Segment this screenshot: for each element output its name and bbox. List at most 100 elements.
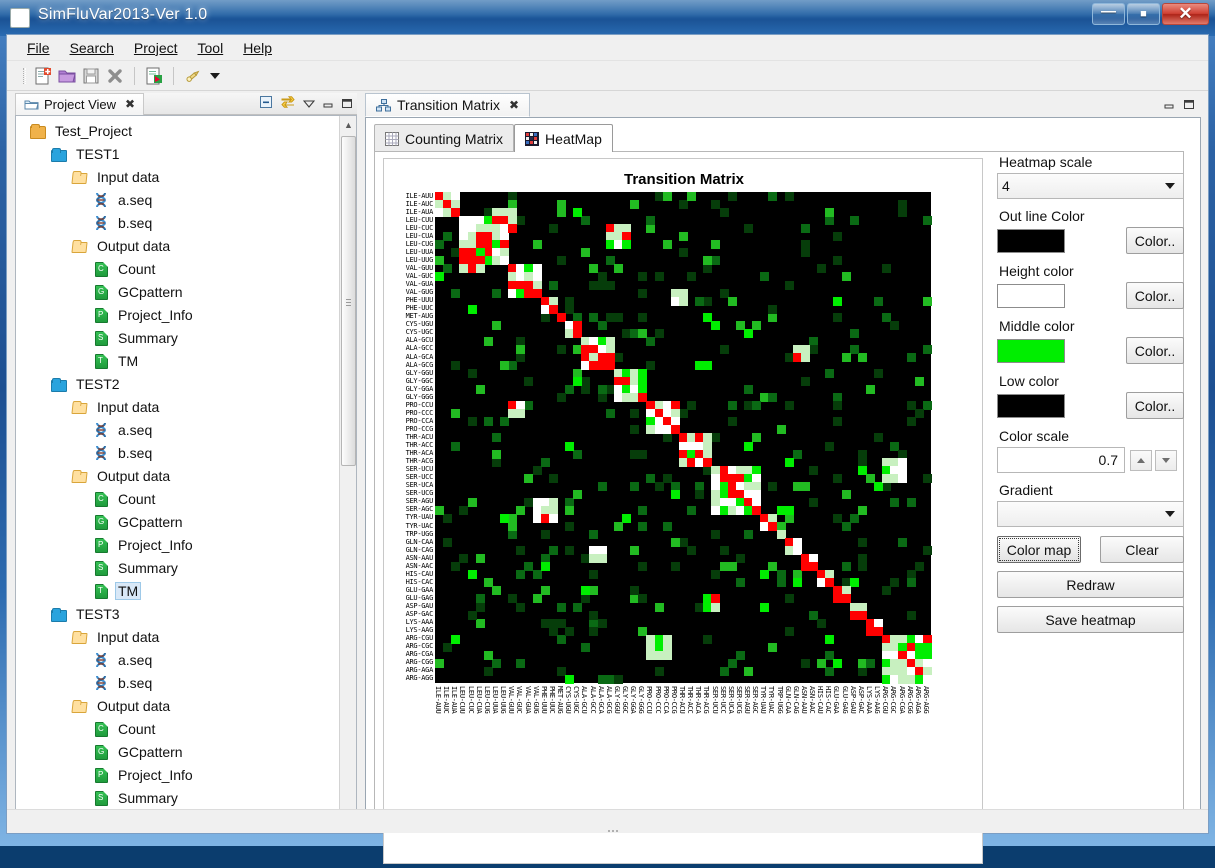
tree-scrollbar-thumb[interactable] [341, 136, 356, 466]
tree-item-input-data[interactable]: Input data [16, 165, 338, 188]
heatmap-cell [443, 232, 453, 242]
tree-item-tm[interactable]: TM [16, 579, 338, 602]
save-icon[interactable] [80, 65, 102, 87]
run-icon[interactable] [182, 65, 204, 87]
tree-item-input-data[interactable]: Input data [16, 625, 338, 648]
menu-search[interactable]: Search [60, 37, 124, 59]
tree-item-a-seq[interactable]: a.seq [16, 648, 338, 671]
outline-color-button[interactable]: Color.. [1126, 227, 1184, 254]
minimize-icon[interactable] [1163, 97, 1175, 115]
doc-g-icon [93, 744, 111, 760]
maximize-icon[interactable] [1183, 97, 1195, 115]
tree-item-label: b.seq [118, 444, 153, 461]
heatmap-cell [678, 232, 688, 242]
menu-help[interactable]: Help [233, 37, 282, 59]
menu-tool[interactable]: Tool [188, 37, 234, 59]
redraw-button[interactable]: Redraw [997, 571, 1184, 598]
heatmap-cell [678, 296, 688, 306]
tree-item-test2[interactable]: TEST2 [16, 372, 338, 395]
export-icon[interactable] [143, 65, 165, 87]
open-folder-icon[interactable] [56, 65, 78, 87]
gradient-select[interactable] [997, 501, 1184, 527]
tree-item-a-seq[interactable]: a.seq [16, 418, 338, 441]
heatmap-cell [670, 489, 680, 499]
tree-item-a-seq[interactable]: a.seq [16, 188, 338, 211]
delete-icon[interactable] [104, 65, 126, 87]
menu-file[interactable]: File [17, 37, 60, 59]
tree-item-input-data[interactable]: Input data [16, 395, 338, 418]
gradient-label: Gradient [999, 482, 1053, 498]
outline-color-swatch[interactable] [997, 228, 1065, 253]
tree-item-gcpattern[interactable]: GCpattern [16, 280, 338, 303]
tree-item-summary[interactable]: Summary [16, 326, 338, 349]
tree-item-gcpattern[interactable]: GCpattern [16, 510, 338, 533]
tree-item-b-seq[interactable]: b.seq [16, 671, 338, 694]
height-color-button[interactable]: Color.. [1126, 282, 1184, 309]
project-tree[interactable]: Test_Project TEST1 Input data a.seq b.seq Out… [15, 115, 357, 827]
maximize-icon[interactable] [341, 96, 353, 114]
color-scale-decrease-button[interactable] [1155, 449, 1177, 471]
new-file-icon[interactable] [32, 65, 54, 87]
tree-item-test-project[interactable]: Test_Project [16, 119, 338, 142]
close-icon[interactable]: ✖ [125, 97, 135, 111]
chevron-down-icon[interactable] [210, 72, 220, 79]
tree-item-output-data[interactable]: Output data [16, 234, 338, 257]
clear-button[interactable]: Clear [1100, 536, 1184, 563]
heatmap-x-label: SER-UCA [726, 686, 735, 714]
heatmap-cell [703, 256, 713, 266]
tree-item-output-data[interactable]: Output data [16, 694, 338, 717]
heatmap-cell [508, 530, 518, 540]
heatmap-cell [597, 674, 607, 684]
color-scale-input[interactable]: 0.7 [997, 447, 1125, 473]
heatmap-canvas[interactable] [435, 192, 932, 684]
tree-scrollbar[interactable]: ▲ ▼ [339, 116, 356, 826]
minimize-icon[interactable] [322, 96, 334, 114]
tree-item-test3[interactable]: TEST3 [16, 602, 338, 625]
tree-item-project-info[interactable]: Project_Info [16, 303, 338, 326]
project-view-tab[interactable]: Project View ✖ [15, 92, 145, 115]
menu-project[interactable]: Project [124, 37, 188, 59]
height-color-swatch[interactable] [997, 283, 1065, 308]
tree-item-output-data[interactable]: Output data [16, 464, 338, 487]
low-color-swatch[interactable] [997, 393, 1065, 418]
heatmap-cell [597, 385, 607, 395]
tree-item-project-info[interactable]: Project_Info [16, 533, 338, 556]
tree-item-b-seq[interactable]: b.seq [16, 211, 338, 234]
tree-item-count[interactable]: Count [16, 487, 338, 510]
heatmap-cell [540, 562, 550, 572]
heatmap-cell [581, 385, 591, 395]
color-map-button[interactable]: Color map [997, 536, 1081, 563]
heatmap-cell [540, 530, 550, 540]
heatmap-scale-select[interactable]: 4 [997, 173, 1184, 199]
view-menu-icon[interactable] [302, 96, 316, 114]
heatmap-cell [613, 352, 623, 362]
middle-color-button[interactable]: Color.. [1126, 337, 1184, 364]
link-with-editor-icon[interactable] [280, 95, 296, 114]
heatmap-y-label: TRP-UGG [405, 529, 434, 538]
collapse-all-icon[interactable] [259, 95, 273, 114]
tree-item-test1[interactable]: TEST1 [16, 142, 338, 165]
tree-item-summary[interactable]: Summary [16, 786, 338, 809]
tree-item-project-info[interactable]: Project_Info [16, 763, 338, 786]
close-icon[interactable]: ✖ [509, 98, 519, 112]
tree-item-b-seq[interactable]: b.seq [16, 441, 338, 464]
tree-item-summary[interactable]: Summary [16, 556, 338, 579]
tree-item-tm[interactable]: TM [16, 349, 338, 372]
maximize-button[interactable]: ■ [1127, 3, 1160, 25]
editor-tab-transition-matrix[interactable]: Transition Matrix ✖ [365, 93, 531, 117]
open-folder-icon [71, 238, 90, 254]
tab-counting-matrix[interactable]: Counting Matrix [374, 124, 515, 152]
tree-item-label: Summary [118, 559, 178, 576]
save-heatmap-button[interactable]: Save heatmap [997, 606, 1184, 633]
middle-color-swatch[interactable] [997, 338, 1065, 363]
heatmap-cell [800, 240, 810, 250]
tree-item-count[interactable]: Count [16, 257, 338, 280]
tree-item-gcpattern[interactable]: GCpattern [16, 740, 338, 763]
tree-item-count[interactable]: Count [16, 717, 338, 740]
low-color-button[interactable]: Color.. [1126, 392, 1184, 419]
color-scale-increase-button[interactable] [1130, 449, 1152, 471]
scroll-up-icon[interactable]: ▲ [340, 116, 356, 133]
close-button[interactable]: ✕ [1162, 3, 1209, 25]
minimize-button[interactable]: — [1092, 3, 1125, 25]
tab-heatmap[interactable]: HeatMap [514, 124, 613, 152]
